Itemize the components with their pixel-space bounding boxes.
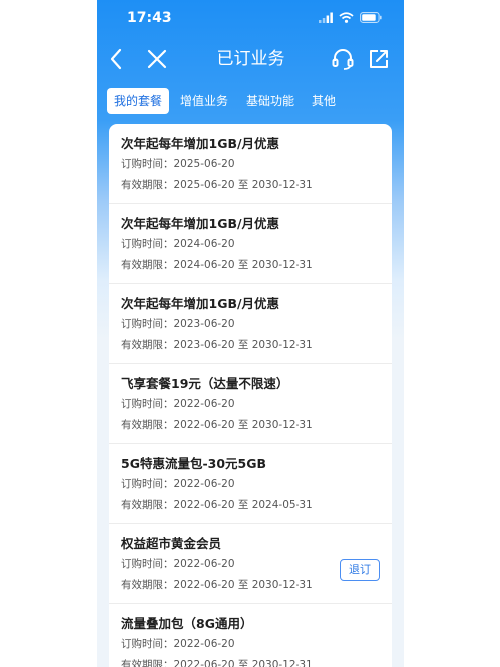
unsubscribe-button[interactable]: 退订 (340, 559, 380, 581)
back-button[interactable] (103, 38, 129, 80)
battery-icon (360, 12, 382, 23)
item-title: 次年起每年增加1GB/月优惠 (121, 216, 280, 231)
validity-label: 有效期限： (121, 419, 174, 431)
item-title: 次年起每年增加1GB/月优惠 (121, 296, 280, 311)
status-bar: 17:43 (97, 0, 404, 36)
validity-label: 有效期限： (121, 179, 174, 191)
order-time-value: 2022-06-20 (173, 478, 235, 490)
validity-label: 有效期限： (121, 499, 174, 511)
list-item: 次年起每年增加1GB/月优惠 订购时间： 2024-06-20 有效期限： 2024… (109, 204, 392, 284)
validity-value: 2023-06-20 至 2030-12-31 (173, 339, 313, 351)
order-time-value: 2024-06-20 (173, 238, 235, 250)
headset-icon (332, 49, 354, 70)
signal-icon (319, 12, 333, 23)
list-item: 5G特惠流量包-30元5GB 订购时间： 2022-06-20 有效期限： 2022… (109, 444, 392, 524)
item-title: 流量叠加包（8G通用） (121, 616, 253, 631)
order-time-label: 订购时间： (121, 238, 174, 250)
order-time-label: 订购时间： (121, 398, 174, 410)
validity-value: 2024-06-20 至 2030-12-31 (173, 259, 313, 271)
order-time-value: 2025-06-20 (173, 158, 235, 170)
list-item: 流量叠加包（8G通用） 订购时间： 2022-06-20 有效期限： 2022-06… (109, 604, 392, 667)
subscription-list: 次年起每年增加1GB/月优惠 订购时间： 2025-06-20 有效期限： 2025… (109, 124, 392, 667)
order-time-label: 订购时间： (121, 478, 174, 490)
chevron-left-icon (110, 48, 122, 70)
validity-label: 有效期限： (121, 339, 174, 351)
item-title: 5G特惠流量包-30元5GB (121, 456, 267, 471)
validity-value: 2022-06-20 至 2030-12-31 (173, 579, 313, 591)
order-time-label: 订购时间： (121, 318, 174, 330)
share-icon (370, 50, 388, 68)
item-title: 权益超市黄金会员 (121, 536, 222, 551)
validity-value: 2022-06-20 至 2030-12-31 (173, 419, 313, 431)
item-title: 次年起每年增加1GB/月优惠 (121, 136, 280, 151)
phone-screen: 17:43 已订业务 我的套餐 增值业务 基础功能 其他 次年起每年增加1GB/… (97, 0, 404, 667)
tab-my-plan[interactable]: 我的套餐 (107, 88, 170, 114)
order-time-value: 2022-06-20 (173, 558, 235, 570)
order-time-label: 订购时间： (121, 158, 174, 170)
wifi-icon (339, 12, 354, 23)
order-time-label: 订购时间： (121, 558, 174, 570)
order-time-value: 2022-06-20 (173, 398, 235, 410)
list-item: 权益超市黄金会员 订购时间： 2022-06-20 有效期限： 2022-06-20… (109, 524, 392, 604)
list-item: 次年起每年增加1GB/月优惠 订购时间： 2025-06-20 有效期限： 2025… (109, 124, 392, 204)
tab-value-added[interactable]: 增值业务 (173, 88, 235, 114)
close-icon (147, 49, 167, 69)
tab-basic-functions[interactable]: 基础功能 (239, 88, 301, 114)
order-time-label: 订购时间： (121, 638, 174, 650)
status-icons (319, 12, 382, 23)
validity-value: 2022-06-20 至 2030-12-31 (173, 659, 313, 667)
status-time: 17:43 (127, 10, 172, 26)
tab-bar: 我的套餐 增值业务 基础功能 其他 (107, 88, 343, 114)
validity-value: 2025-06-20 至 2030-12-31 (173, 179, 313, 191)
navigation-bar: 已订业务 (97, 38, 404, 80)
order-time-value: 2022-06-20 (173, 638, 235, 650)
share-button[interactable] (365, 38, 393, 80)
validity-label: 有效期限： (121, 659, 174, 667)
validity-label: 有效期限： (121, 259, 174, 271)
validity-value: 2022-06-20 至 2024-05-31 (173, 499, 313, 511)
tab-other[interactable]: 其他 (305, 88, 343, 114)
list-item: 次年起每年增加1GB/月优惠 订购时间： 2023-06-20 有效期限： 2023… (109, 284, 392, 364)
item-title: 飞享套餐19元（达量不限速） (121, 376, 289, 391)
list-item: 飞享套餐19元（达量不限速） 订购时间： 2022-06-20 有效期限： 2022… (109, 364, 392, 444)
close-button[interactable] (143, 38, 171, 80)
validity-label: 有效期限： (121, 579, 174, 591)
customer-service-button[interactable] (329, 38, 357, 80)
order-time-value: 2023-06-20 (173, 318, 235, 330)
